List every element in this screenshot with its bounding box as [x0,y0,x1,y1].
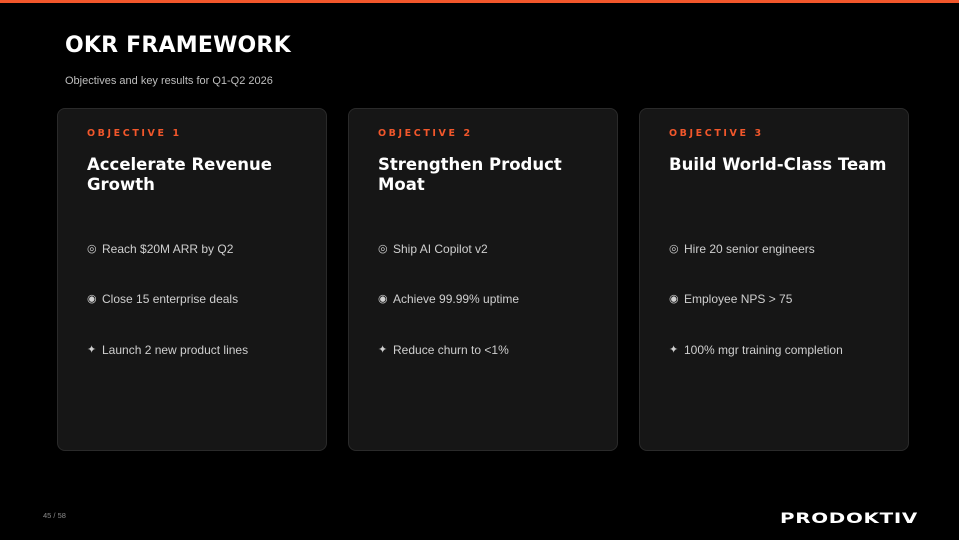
page-title: OKR FRAMEWORK [65,33,291,58]
objective-title: Accelerate Revenue Growth [87,155,272,194]
key-result-item: ◉ Close 15 enterprise deals [87,291,238,307]
key-result-text: Ship AI Copilot v2 [393,242,488,256]
sparkle-icon: ✦ [87,344,97,356]
objective-kicker: OBJECTIVE 1 [87,128,182,139]
key-result-item: ◎ Reach $20M ARR by Q2 [87,241,233,257]
objective-card-1: OBJECTIVE 1 Accelerate Revenue Growth ◎ … [57,108,327,451]
objective-cards: OBJECTIVE 1 Accelerate Revenue Growth ◎ … [57,108,911,453]
key-result-item: ✦ 100% mgr training completion [669,342,843,358]
objective-title: Strengthen Product Moat [378,155,562,194]
key-result-text: Close 15 enterprise deals [102,292,239,306]
target-dot-icon: ◉ [87,293,97,305]
ring-icon: ◎ [669,243,679,255]
sparkle-icon: ✦ [378,344,388,356]
key-result-item: ✦ Launch 2 new product lines [87,342,248,358]
key-result-text: Employee NPS > 75 [684,292,793,306]
key-result-item: ◎ Ship AI Copilot v2 [378,241,488,257]
page-number: 45 / 58 [43,511,66,520]
key-result-item: ◉ Employee NPS > 75 [669,291,792,307]
key-result-text: Reduce churn to <1% [393,343,509,357]
target-dot-icon: ◉ [669,293,679,305]
key-result-text: Achieve 99.99% uptime [393,292,520,306]
ring-icon: ◎ [87,243,97,255]
key-result-text: Reach $20M ARR by Q2 [102,242,234,256]
key-result-item: ◎ Hire 20 senior engineers [669,241,815,257]
key-result-text: 100% mgr training completion [684,343,843,357]
key-result-text: Launch 2 new product lines [102,343,249,357]
key-result-item: ◉ Achieve 99.99% uptime [378,291,519,307]
top-accent-bar [0,0,959,3]
objective-title: Build World-Class Team [669,155,887,174]
objective-card-2: OBJECTIVE 2 Strengthen Product Moat ◎ Sh… [348,108,618,451]
objective-kicker: OBJECTIVE 2 [378,128,473,139]
logo-text: PRODOKTIV [780,511,918,527]
sparkle-icon: ✦ [669,344,679,356]
ring-icon: ◎ [378,243,388,255]
objective-kicker: OBJECTIVE 3 [669,128,764,139]
prodoktiv-logo: PRODOKTIV [780,511,918,527]
key-result-text: Hire 20 senior engineers [684,242,815,256]
objective-card-3: OBJECTIVE 3 Build World-Class Team ◎ Hir… [639,108,909,451]
key-result-item: ✦ Reduce churn to <1% [378,342,509,358]
target-dot-icon: ◉ [378,293,388,305]
page-subtitle: Objectives and key results for Q1-Q2 202… [65,75,273,87]
